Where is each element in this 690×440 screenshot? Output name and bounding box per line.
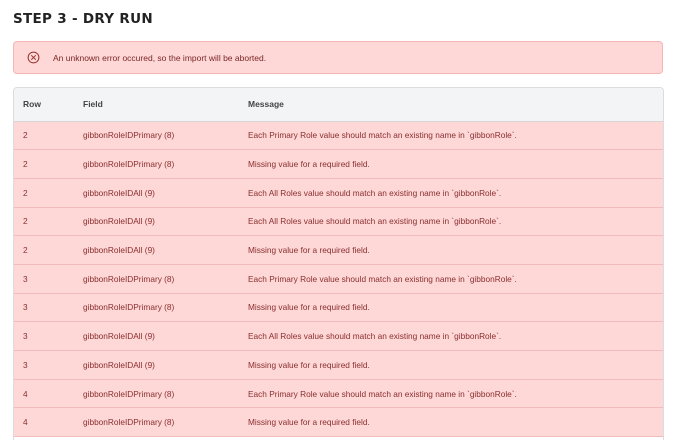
cell-field: gibbonRoleIDPrimary (8) <box>83 379 248 409</box>
table-row: 3 gibbonRoleIDAll (9) Each All Roles value… <box>14 321 663 351</box>
cell-message: Each All Roles value should match an exi… <box>248 207 663 237</box>
cell-row: 2 <box>14 235 83 265</box>
cell-message: Missing value for a required field. <box>248 407 663 438</box>
cell-row: 3 <box>14 264 83 294</box>
step-title: STEP 3 - DRY RUN <box>13 11 153 27</box>
cell-row: 3 <box>14 321 83 351</box>
cell-row: 4 <box>14 407 83 438</box>
table-body: 2 gibbonRoleIDPrimary (8) Each Primary Rol… <box>14 121 663 438</box>
cell-field: gibbonRoleIDAll (9) <box>83 235 248 265</box>
error-circle-x-icon <box>26 51 40 65</box>
cell-message: Missing value for a required field. <box>248 350 663 380</box>
table-row: 4 gibbonRoleIDPrimary (8) Each Primary Rol… <box>14 379 663 409</box>
cell-field: gibbonRoleIDPrimary (8) <box>83 293 248 323</box>
cell-field: gibbonRoleIDPrimary (8) <box>83 149 248 179</box>
table-row: 2 gibbonRoleIDAll (9) Each All Roles value… <box>14 178 663 208</box>
cell-message: Missing value for a required field. <box>248 293 663 323</box>
dry-run-results-table: Row Field Message 2 gibbonRoleIDPrimary (… <box>13 87 664 440</box>
cell-message: Each All Roles value should match an exi… <box>248 321 663 351</box>
import-page: STEP 3 - DRY RUN An unknown error occure… <box>0 0 690 440</box>
cell-message: Each All Roles value should match an exi… <box>248 178 663 208</box>
cell-field: gibbonRoleIDAll (9) <box>83 321 248 351</box>
cell-message: Each Primary Role value should match an … <box>248 264 663 294</box>
table-row: 2 gibbonRoleIDAll (9) Missing value for a … <box>14 235 663 265</box>
cell-message: Missing value for a required field. <box>248 235 663 265</box>
cell-message: Missing value for a required field. <box>248 149 663 179</box>
cell-message: Each Primary Role value should match an … <box>248 379 663 409</box>
column-header-message[interactable]: Message <box>248 88 663 122</box>
cell-field: gibbonRoleIDPrimary (8) <box>83 121 248 151</box>
table-row: 3 gibbonRoleIDPrimary (8) Each Primary Rol… <box>14 264 663 294</box>
table-row: 2 gibbonRoleIDPrimary (8) Missing value fo… <box>14 149 663 179</box>
error-alert: An unknown error occured, so the import … <box>13 41 663 74</box>
table-row: 2 gibbonRoleIDAll (9) Each All Roles value… <box>14 207 663 237</box>
column-header-field[interactable]: Field <box>83 88 248 122</box>
cell-row: 3 <box>14 350 83 380</box>
cell-field: gibbonRoleIDPrimary (8) <box>83 264 248 294</box>
cell-row: 2 <box>14 149 83 179</box>
cell-row: 2 <box>14 207 83 237</box>
table-row: 4 gibbonRoleIDPrimary (8) Missing value fo… <box>14 407 663 438</box>
cell-field: gibbonRoleIDAll (9) <box>83 207 248 237</box>
cell-message: Each Primary Role value should match an … <box>248 121 663 151</box>
column-header-row[interactable]: Row <box>14 88 83 122</box>
error-message: An unknown error occured, so the import … <box>53 52 267 63</box>
cell-row: 3 <box>14 293 83 323</box>
table-header-row: Row Field Message <box>14 88 663 122</box>
cell-field: gibbonRoleIDAll (9) <box>83 350 248 380</box>
table-row: 3 gibbonRoleIDAll (9) Missing value for a … <box>14 350 663 380</box>
cell-row: 2 <box>14 121 83 151</box>
cell-field: gibbonRoleIDPrimary (8) <box>83 407 248 438</box>
cell-row: 2 <box>14 178 83 208</box>
cell-row: 4 <box>14 379 83 409</box>
table-row: 3 gibbonRoleIDPrimary (8) Missing value fo… <box>14 293 663 323</box>
cell-field: gibbonRoleIDAll (9) <box>83 178 248 208</box>
table-row: 2 gibbonRoleIDPrimary (8) Each Primary Rol… <box>14 121 663 151</box>
